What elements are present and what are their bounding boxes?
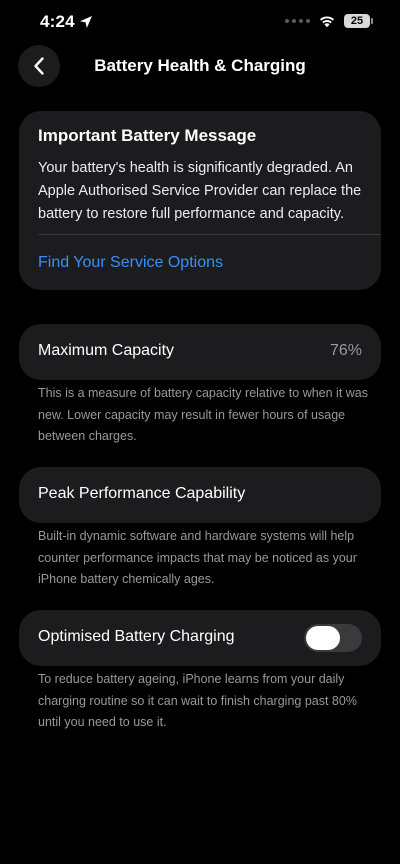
battery-icon: 25 (344, 14, 373, 28)
maximum-capacity-row: Maximum Capacity 76% (19, 324, 381, 380)
status-indicators: 25 (285, 14, 373, 28)
peak-performance-label: Peak Performance Capability (38, 485, 246, 502)
divider (38, 234, 381, 235)
battery-message-card: Important Battery Message Your battery's… (19, 111, 381, 290)
optimised-charging-label: Optimised Battery Charging (38, 628, 235, 645)
peak-performance-footnote: Built-in dynamic software and hardware s… (38, 529, 357, 586)
toggle-knob (306, 626, 340, 650)
location-arrow-icon (79, 16, 92, 28)
maximum-capacity-label: Maximum Capacity (38, 342, 175, 359)
find-service-options-link[interactable]: Find Your Service Options (38, 254, 223, 272)
status-bar: 4:24 25 (0, 0, 400, 46)
battery-message-title: Important Battery Message (38, 126, 257, 145)
maximum-capacity-value: 76% (329, 342, 362, 359)
wifi-icon (320, 16, 334, 28)
page-title: Battery Health & Charging (94, 56, 306, 75)
peak-performance-row: Peak Performance Capability (19, 467, 381, 523)
maximum-capacity-footnote: This is a measure of battery capacity re… (38, 386, 369, 443)
battery-message-body: Your battery's health is significantly d… (38, 160, 362, 222)
status-time: 4:24 (40, 12, 93, 32)
battery-level: 25 (350, 15, 364, 27)
signal-dots-icon (285, 19, 310, 23)
optimised-charging-row: Optimised Battery Charging (19, 610, 381, 666)
optimised-charging-toggle[interactable] (304, 624, 362, 652)
optimised-charging-footnote: To reduce battery ageing, iPhone learns … (38, 672, 357, 729)
status-time-text: 4:24 (40, 12, 75, 31)
